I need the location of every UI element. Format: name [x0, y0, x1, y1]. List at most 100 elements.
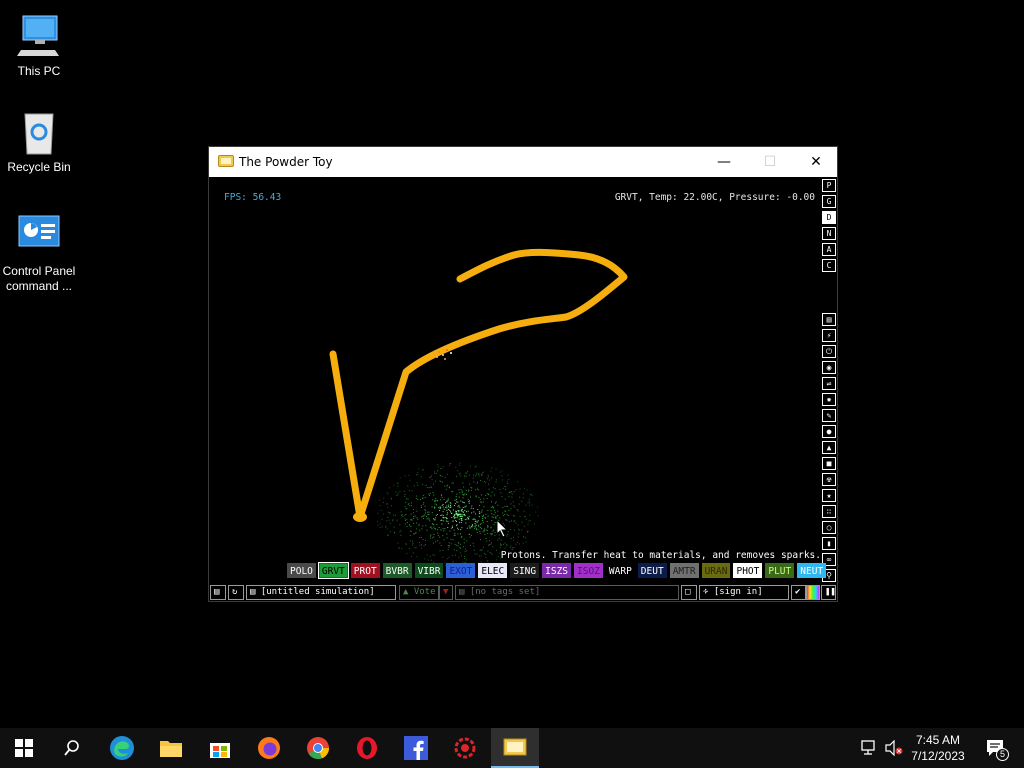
element-button-vibr[interactable]: VIBR	[414, 563, 444, 578]
reload-button[interactable]: ↻	[228, 585, 244, 600]
settings-button[interactable]: ✔	[791, 585, 806, 600]
sign-in-button[interactable]: ∻ [sign in]	[699, 585, 789, 600]
orange-drawn-stroke	[329, 248, 628, 521]
desktop-icon-label: This PC	[17, 64, 61, 78]
element-button-plut[interactable]: PLUT	[765, 563, 795, 578]
category-life-icon[interactable]: ∷	[822, 505, 836, 518]
element-button-neut[interactable]: NEUT	[797, 563, 827, 578]
category-solids-icon[interactable]: ■	[822, 457, 836, 470]
element-button-elec[interactable]: ELEC	[478, 563, 508, 578]
bottom-bar: ▤ ↻ ▤ [untitled simulation] ▲ Vote ▼ ▤ […	[209, 585, 837, 601]
clock-time: 7:45 AM	[915, 733, 961, 747]
recycle-bin-icon	[15, 108, 63, 156]
mouse-cursor-icon	[496, 518, 509, 538]
category-special-icon[interactable]: ★	[822, 489, 836, 502]
close-button[interactable]: ✕	[793, 147, 839, 177]
gear-app-icon	[454, 737, 476, 759]
vote-up-button[interactable]: ▲ Vote	[399, 585, 439, 600]
element-button-prot[interactable]: PROT	[350, 563, 380, 578]
menu-button-p[interactable]: P	[822, 179, 836, 192]
simulation-drawing	[329, 248, 628, 566]
start-button[interactable]	[0, 728, 48, 768]
minimize-button[interactable]: —	[701, 147, 747, 177]
taskbar-opera[interactable]	[343, 728, 391, 768]
taskbar-edge[interactable]	[98, 728, 146, 768]
element-button-warp[interactable]: WARP	[605, 563, 635, 578]
menu-button-n[interactable]: N	[822, 227, 836, 240]
taskbar-store[interactable]	[196, 728, 244, 768]
element-button-bvbr[interactable]: BVBR	[382, 563, 412, 578]
element-button-polo[interactable]: POLO	[287, 563, 316, 578]
tray-network[interactable]	[858, 728, 882, 768]
category-tools-icon[interactable]: ○	[822, 521, 836, 534]
desktop-icon-label: Control Panel command ...	[2, 264, 76, 293]
element-button-sing[interactable]: SING	[510, 563, 540, 578]
category-liquids-icon[interactable]: ●	[822, 425, 836, 438]
taskbar-facebook[interactable]	[392, 728, 440, 768]
taskbar-chrome[interactable]	[294, 728, 342, 768]
clear-simulation-button[interactable]: □	[681, 585, 697, 600]
powder-toy-app-icon	[218, 155, 234, 167]
taskbar-powder-toy[interactable]	[491, 728, 539, 768]
menu-button-a[interactable]: A	[822, 243, 836, 256]
category-powders-icon[interactable]: ▲	[822, 441, 836, 454]
title-bar[interactable]: The Powder Toy — ☐ ✕	[209, 147, 837, 177]
stroke-blob	[353, 512, 367, 522]
computer-icon	[15, 12, 63, 60]
vote-down-button[interactable]: ▼	[439, 585, 453, 600]
taskbar-file-explorer[interactable]	[147, 728, 195, 768]
tags-button[interactable]: ▤ [no tags set]	[455, 585, 679, 600]
clock-date: 7/12/2023	[911, 749, 965, 763]
menu-button-c[interactable]: C	[822, 259, 836, 272]
network-icon	[861, 740, 875, 755]
category-electronics-icon[interactable]: ⚡	[822, 329, 836, 342]
sign-in-label: [sign in]	[713, 587, 763, 597]
category-sensors-icon[interactable]: ◉	[822, 361, 836, 374]
edge-icon	[110, 736, 134, 760]
chrome-icon	[307, 737, 330, 760]
element-button-grvt[interactable]: GRVT	[317, 562, 349, 579]
search-button[interactable]	[48, 728, 96, 768]
desktop-icon-this-pc[interactable]: This PC	[0, 12, 78, 79]
clock[interactable]: 7:45 AM 7/12/2023	[908, 732, 968, 764]
hud-status: GRVT, Temp: 22.00C, Pressure: -0.00	[614, 192, 815, 203]
powder-toy-window: The Powder Toy — ☐ ✕ FPS: 56.43 GRVT, Te…	[208, 146, 838, 602]
facebook-icon	[404, 736, 428, 760]
open-save-button[interactable]: ▤	[210, 585, 226, 600]
element-button-phot[interactable]: PHOT	[733, 563, 763, 578]
taskbar-firefox[interactable]	[245, 728, 293, 768]
maximize-button[interactable]: ☐	[747, 147, 793, 177]
element-button-uran[interactable]: URAN	[701, 563, 731, 578]
element-button-isoz[interactable]: ISOZ	[574, 563, 603, 578]
desktop-icon-recycle-bin[interactable]: Recycle Bin	[0, 108, 78, 175]
element-button-deut[interactable]: DEUT	[637, 563, 667, 578]
simulation-canvas[interactable]: FPS: 56.43 GRVT, Temp: 22.00C, Pressure:…	[209, 177, 821, 584]
taskbar: 7:45 AM 7/12/2023 5	[0, 728, 1024, 768]
render-options-button[interactable]	[806, 585, 820, 600]
control-panel-icon	[15, 212, 63, 260]
taskbar-red-app[interactable]	[441, 728, 489, 768]
category-force-icon[interactable]: ⇌	[822, 377, 836, 390]
element-toolbar: POLO GRVT PROT BVBR VIBR EXOT ELEC SING …	[287, 562, 827, 579]
save-simulation-button[interactable]: ▤ [untitled simulation]	[246, 585, 396, 600]
element-button-amtr[interactable]: AMTR	[669, 563, 699, 578]
menu-button-d[interactable]: D	[822, 211, 836, 224]
category-gases-icon[interactable]: ✎	[822, 409, 836, 422]
category-powered-icon[interactable]: ⏻	[822, 345, 836, 358]
element-button-exot[interactable]: EXOT	[446, 563, 476, 578]
element-description: Protons. Transfer heat to materials, and…	[500, 550, 821, 561]
element-button-iszs[interactable]: ISZS	[542, 563, 572, 578]
notification-center-button[interactable]: 5	[976, 728, 1016, 768]
menu-button-g[interactable]: G	[822, 195, 836, 208]
category-walls-icon[interactable]: ▤	[822, 313, 836, 326]
vote-label: Vote	[413, 587, 436, 597]
windows-logo-icon	[15, 739, 33, 757]
category-radioactive-icon[interactable]: ☢	[822, 473, 836, 486]
powder-toy-icon	[503, 738, 527, 756]
category-favorites-icon[interactable]: ▮	[822, 537, 836, 550]
desktop-icon-control-panel[interactable]: Control Panel command ...	[0, 212, 78, 294]
desktop-icon-label: Recycle Bin	[7, 160, 71, 174]
category-explosives-icon[interactable]: ✸	[822, 393, 836, 406]
pause-button[interactable]: ❚❚	[821, 585, 836, 600]
tray-volume[interactable]	[882, 728, 906, 768]
